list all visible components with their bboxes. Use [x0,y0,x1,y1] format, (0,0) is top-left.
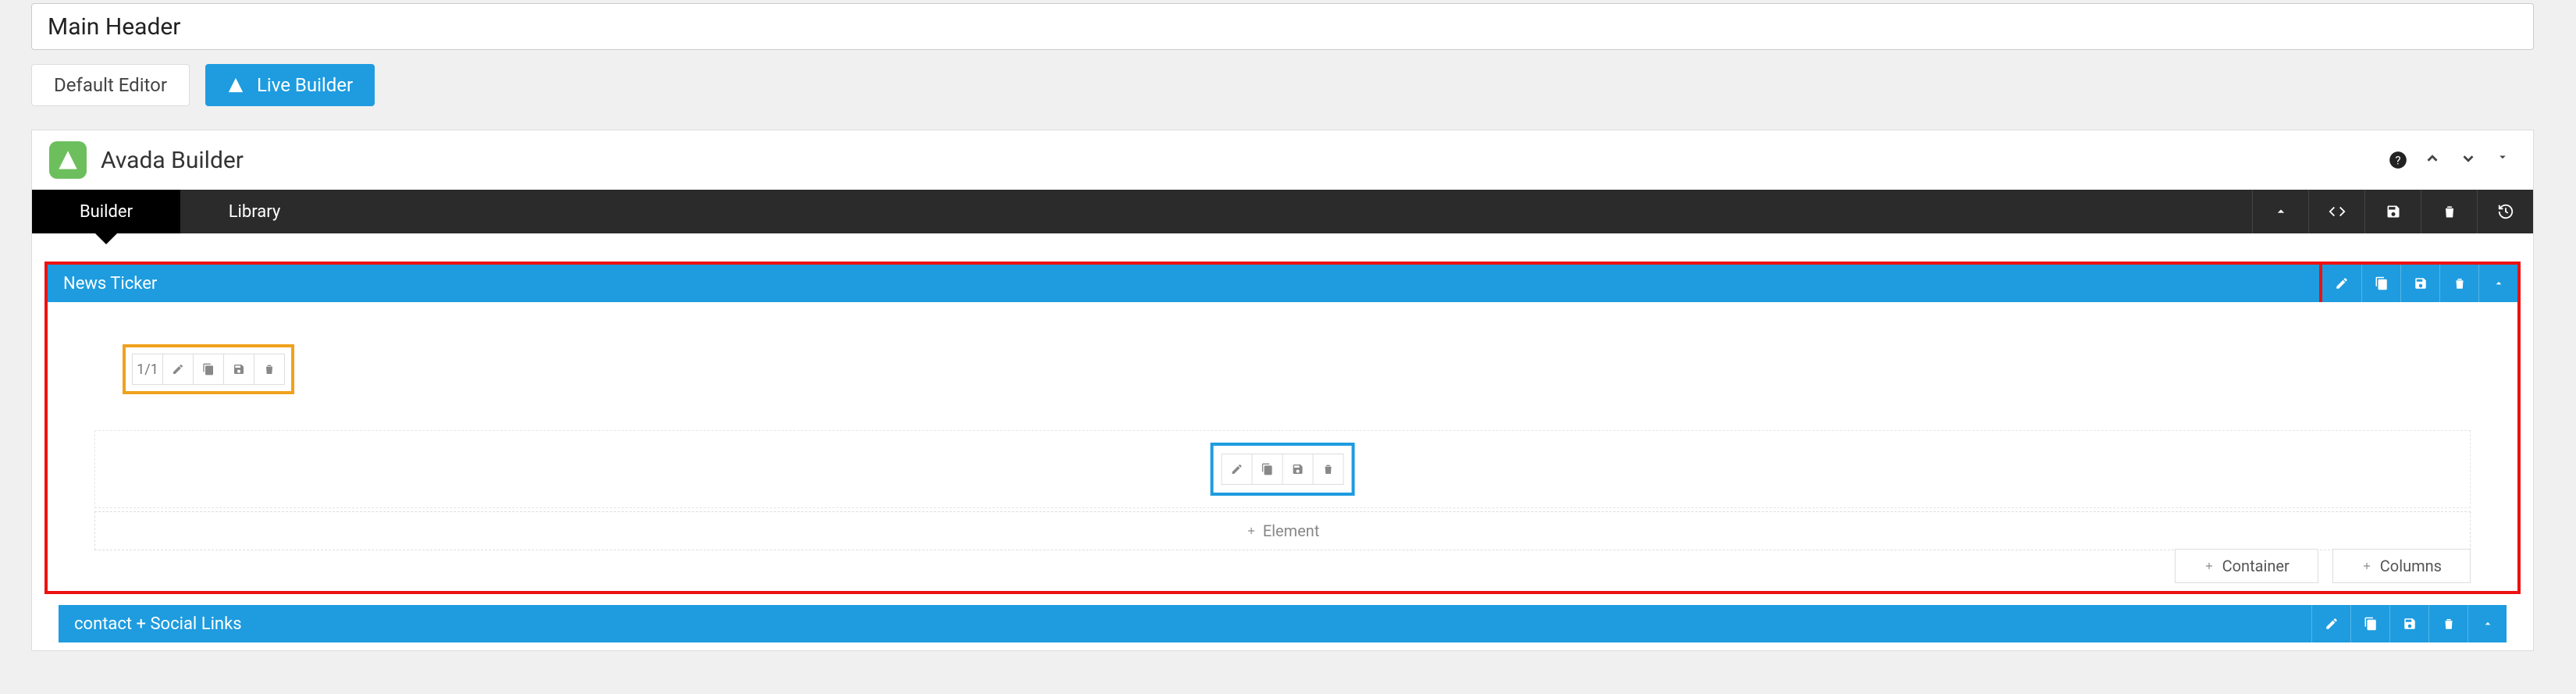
container-header[interactable]: contact + Social Links [59,605,2507,642]
container-title: News Ticker [63,274,157,294]
column-ratio-label: 1/1 [137,361,158,378]
column-edit-button[interactable] [162,354,194,385]
nav-caret-up-button[interactable] [2252,190,2308,233]
caret-toggle-icon[interactable] [2496,150,2516,170]
plus-icon [2204,557,2215,575]
live-builder-button[interactable]: Live Builder [205,64,375,106]
live-builder-label: Live Builder [257,74,353,96]
container-trash-button[interactable] [2439,265,2478,302]
plus-icon [2361,557,2372,575]
right-rail [2568,3,2576,694]
column-ratio-button[interactable]: 1/1 [132,354,163,385]
container-save-button[interactable] [2400,265,2439,302]
page-title-input[interactable]: Main Header [31,3,2534,50]
container-edit-button[interactable] [2322,265,2361,302]
page-title-value: Main Header [48,13,180,41]
container-news-ticker: News Ticker [44,262,2521,594]
builder-header: Avada Builder ? [32,130,2533,190]
container-header[interactable]: News Ticker [48,265,2517,302]
chevron-up-icon[interactable] [2424,150,2444,170]
container-collapse-button[interactable] [2467,605,2507,642]
builder-title: Avada Builder [101,147,244,174]
add-columns-button[interactable]: Columns [2332,549,2471,583]
container-toolbar [2311,605,2507,642]
add-element-button[interactable]: Element [94,511,2471,550]
column-toolbar: 1/1 [123,344,294,394]
column-clone-button[interactable] [193,354,224,385]
container-edit-button[interactable] [2311,605,2350,642]
container-contact-social: contact + Social Links [59,605,2507,642]
container-save-button[interactable] [2389,605,2428,642]
nav-code-button[interactable] [2308,190,2364,233]
plus-icon [1246,521,1257,540]
element-save-button[interactable] [1283,454,1314,485]
builder-panel: Avada Builder ? Builder [31,130,2534,651]
container-body: 1/1 [48,302,2517,591]
container-collapse-button[interactable] [2478,265,2517,302]
element-edit-button[interactable] [1222,454,1253,485]
avada-logo-icon [227,77,244,94]
tab-library[interactable]: Library [180,190,329,233]
tab-builder[interactable]: Builder [32,190,180,233]
help-icon[interactable]: ? [2388,150,2408,170]
tab-library-label: Library [229,202,281,222]
tab-builder-label: Builder [80,202,133,222]
default-editor-button[interactable]: Default Editor [31,64,190,106]
container-clone-button[interactable] [2350,605,2389,642]
add-container-label: Container [2222,557,2290,575]
column-save-button[interactable] [223,354,254,385]
add-container-button[interactable]: Container [2175,549,2318,583]
element-trash-button[interactable] [1313,454,1344,485]
nav-trash-button[interactable] [2421,190,2477,233]
svg-text:?: ? [2395,153,2400,167]
element-toolbar [1211,443,1355,496]
column-inner-area [94,430,2471,508]
element-clone-button[interactable] [1252,454,1283,485]
avada-logo-icon [49,141,87,179]
add-columns-label: Columns [2380,557,2442,575]
nav-save-button[interactable] [2364,190,2421,233]
container-clone-button[interactable] [2361,265,2400,302]
container-title: contact + Social Links [74,614,242,634]
container-toolbar [2319,262,2521,305]
nav-history-button[interactable] [2477,190,2533,233]
add-element-label: Element [1263,521,1320,540]
column-trash-button[interactable] [254,354,285,385]
default-editor-label: Default Editor [54,74,167,96]
builder-tabs: Builder Library [32,190,2533,233]
chevron-down-icon[interactable] [2460,150,2480,170]
container-trash-button[interactable] [2428,605,2467,642]
